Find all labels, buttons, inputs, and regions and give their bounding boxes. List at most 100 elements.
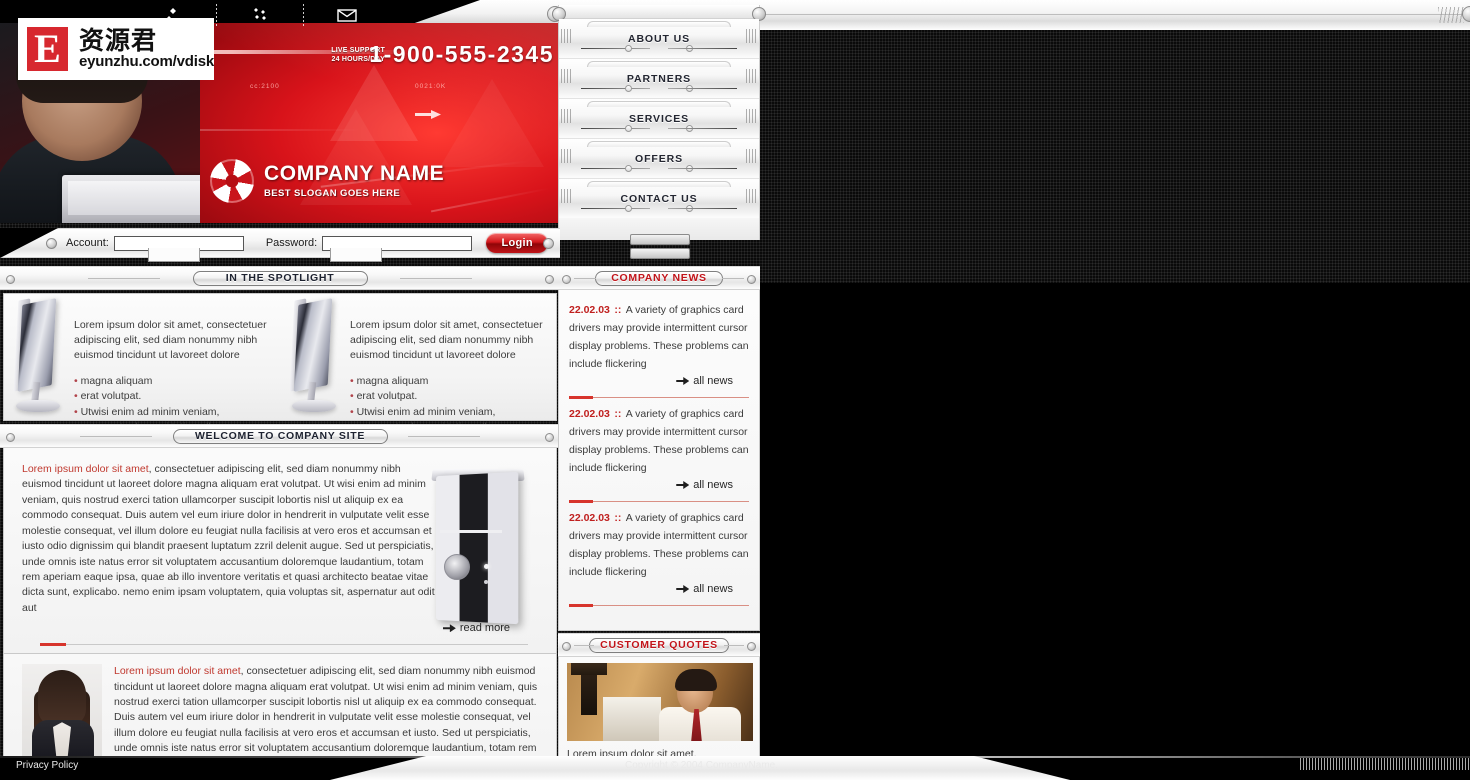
news-separator: :: [614, 512, 622, 524]
nav-item-partners[interactable]: PARTNERS [559, 59, 759, 99]
icon-separator-1 [216, 4, 217, 26]
login-bar-knob-right [543, 238, 554, 249]
menu-hatch-left [561, 69, 572, 83]
sitemap-icon[interactable] [247, 2, 273, 28]
spotlight-title-pill: IN THE SPOTLIGHT [192, 270, 368, 286]
menu-hatch-left [561, 149, 572, 163]
monitor-screen [293, 298, 333, 392]
section-line-left [80, 436, 152, 437]
menu-decoration [581, 164, 737, 173]
all-news-link[interactable]: all news [569, 375, 751, 387]
watermark-letter: E [24, 24, 72, 74]
monitor-image-2 [282, 298, 344, 416]
nav-label-partners: PARTNERS [626, 72, 692, 85]
menu-hatch-right [746, 189, 757, 203]
spotlight-text-2: Lorem ipsum dolor sit amet, consectetuer… [350, 300, 548, 433]
tower-drive-slot [440, 530, 502, 533]
section-dot-left [6, 433, 15, 442]
menu-cap [587, 61, 731, 67]
news-separator: :: [614, 408, 622, 420]
news-title-pill: COMPANY NEWS [595, 270, 723, 286]
spotlight-title: IN THE SPOTLIGHT [225, 272, 335, 284]
spotlight-bullet: erat volutpat. [350, 389, 548, 405]
spotlight-bullet: Utwisi enim ad minim veniam, [74, 405, 272, 421]
section-line-right [724, 645, 744, 646]
all-news-arrow-icon [676, 481, 690, 489]
right-sidebar-column: COMPANY NEWS 22.02.03 :: A variety of gr… [558, 266, 760, 780]
woman-shirt [53, 722, 71, 757]
all-news-label: all news [693, 375, 733, 387]
nav-label-about-us: ABOUT US [627, 32, 691, 45]
news-item: 22.02.03 :: A variety of graphics card d… [559, 294, 759, 389]
menu-deco-dot-left [624, 45, 632, 52]
nav-item-services[interactable]: SERVICES [559, 99, 759, 139]
spotlight-paragraph-1: Lorem ipsum dolor sit amet, consectetuer… [74, 319, 267, 361]
welcome-lead-text: Lorem ipsum dolor sit amet [22, 463, 149, 475]
nav-label-contact-us: CONTACT US [620, 192, 698, 205]
menu-deco-dot-right [686, 85, 694, 92]
tower-activity-led [484, 580, 488, 584]
privacy-policy-link[interactable]: Privacy Policy [16, 759, 78, 773]
site-watermark-logo: E 资源君 eyunzhu.com/vdisk [18, 18, 214, 80]
news-item: 22.02.03 :: A variety of graphics card d… [559, 398, 759, 493]
menu-cap [587, 181, 731, 187]
all-news-arrow-icon [676, 585, 690, 593]
page-footer: Privacy Policy Copyright © 2004 CompanyN… [0, 756, 1470, 780]
welcome-body-text: , consectetuer adipiscing elit, sed diam… [22, 463, 435, 614]
tower-disk-dial [444, 554, 470, 580]
spotlight-content: Lorem ipsum dolor sit amet, consectetuer… [3, 293, 557, 433]
welcome-divider [40, 643, 528, 647]
main-navigation-menu: ABOUT US PARTNERS SERVICES OFFERS CONTAC… [552, 5, 766, 240]
welcome-title-pill: WELCOME TO COMPANY SITE [172, 428, 388, 444]
spotlight-bullet: magna aliquam [74, 374, 272, 390]
monitor-image-1 [6, 298, 68, 416]
section-dot-right [747, 642, 756, 651]
right-black-area [760, 283, 1470, 756]
welcome-section-header: WELCOME TO COMPANY SITE [0, 424, 560, 448]
spotlight-paragraph-2: Lorem ipsum dolor sit amet, consectetuer… [350, 319, 543, 361]
menu-deco-dot-right [686, 125, 694, 132]
news-date: 22.02.03 [569, 408, 610, 420]
hero-code-left: cc:2100 [250, 83, 280, 90]
login-button[interactable]: Login [486, 233, 549, 253]
monitor-base [292, 400, 336, 412]
nav-item-about-us[interactable]: ABOUT US [559, 19, 759, 59]
watermark-url: eyunzhu.com/vdisk [79, 52, 214, 70]
woman-hair-top [38, 670, 86, 727]
left-content-column: IN THE SPOTLIGHT Lorem ipsum dolor sit a… [0, 266, 560, 780]
company-news-list: 22.02.03 :: A variety of graphics card d… [558, 290, 760, 631]
news-item: 22.02.03 :: A variety of graphics card d… [559, 502, 759, 597]
console-plate-top [630, 234, 690, 245]
menu-decoration [581, 44, 737, 53]
photo-man-hair [675, 669, 717, 691]
section-line-left [574, 645, 594, 646]
hero-beam-1 [190, 129, 360, 131]
all-news-arrow-icon [676, 377, 690, 385]
all-news-link[interactable]: all news [569, 479, 751, 491]
section-line-left [574, 278, 596, 279]
welcome-read-more-label: read more [459, 622, 510, 635]
spotlight-bullet: magna aliquam [350, 374, 548, 390]
section-dot-right [747, 275, 756, 284]
menu-hatch-right [746, 29, 757, 43]
menu-cap [587, 141, 731, 147]
person-laptop [62, 175, 200, 223]
all-news-link[interactable]: all news [569, 583, 751, 595]
top-rail-hatch-right [1438, 7, 1464, 23]
news-divider [569, 396, 749, 399]
mail-icon[interactable] [334, 2, 360, 28]
welcome-paragraph: Lorem ipsum dolor sit amet, consectetuer… [22, 462, 438, 616]
section-line-left [88, 278, 160, 279]
login-bar: Account: Password: Login [0, 228, 560, 258]
photo-lamp-base [581, 669, 597, 715]
menu-hatch-left [561, 189, 572, 203]
watermark-chinese-text: 资源君 [79, 25, 158, 55]
spotlight-bullet: erat volutpat. [74, 389, 272, 405]
section-dot-left [562, 275, 571, 284]
welcome-read-more-link[interactable]: read more [22, 622, 544, 634]
monitor-screen [17, 298, 57, 392]
tower-power-led [484, 564, 489, 569]
nav-item-contact-us[interactable]: CONTACT US [559, 179, 759, 219]
nav-item-offers[interactable]: OFFERS [559, 139, 759, 179]
news-divider [569, 604, 749, 607]
